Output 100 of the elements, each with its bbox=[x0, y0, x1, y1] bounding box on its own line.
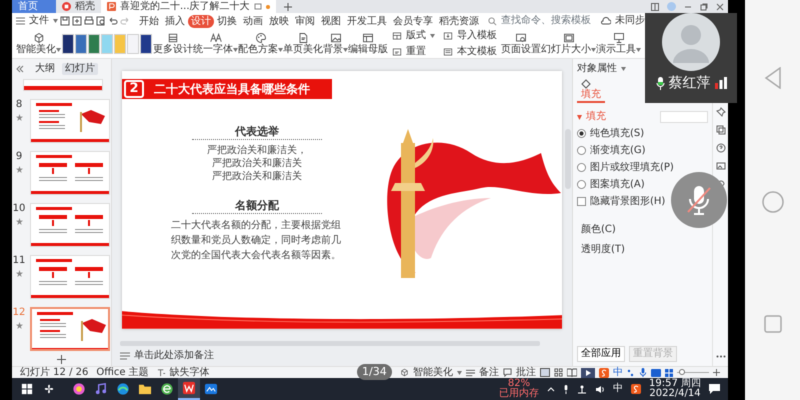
normal-view-icon[interactable] bbox=[540, 368, 550, 377]
layers-icon[interactable] bbox=[716, 125, 726, 135]
clock-time[interactable]: 19:57 周四 bbox=[649, 379, 701, 389]
caret-icon[interactable] bbox=[233, 48, 238, 52]
star-icon[interactable] bbox=[16, 322, 22, 329]
ribbon-tab[interactable]: 会员专享 bbox=[390, 14, 436, 28]
ribbon-button-label[interactable]: 更多设计 bbox=[153, 44, 193, 55]
print-icon[interactable] bbox=[84, 16, 94, 26]
template-thumbnail[interactable] bbox=[75, 34, 87, 54]
comment-icon[interactable] bbox=[503, 368, 512, 377]
presentation-icon[interactable] bbox=[612, 32, 624, 44]
expand-icon[interactable] bbox=[577, 114, 582, 120]
template-thumbnail[interactable] bbox=[62, 34, 74, 54]
ribbon-tab[interactable]: 动画 bbox=[240, 14, 266, 28]
template-thumbnail[interactable] bbox=[140, 34, 152, 54]
import-icon[interactable] bbox=[443, 30, 453, 40]
undo-icon[interactable] bbox=[108, 16, 118, 26]
ribbon-button-label[interactable]: 统一字体 bbox=[193, 44, 233, 55]
ribbon-tab[interactable]: 稻壳资源 bbox=[436, 14, 482, 28]
cube-icon[interactable] bbox=[32, 32, 44, 44]
export-icon[interactable] bbox=[72, 16, 82, 26]
ribbon-button-label[interactable]: 版式 bbox=[406, 30, 426, 42]
ribbon-button-label[interactable]: 重置 bbox=[406, 46, 426, 58]
toolbox-icon[interactable] bbox=[665, 368, 673, 376]
caret-icon[interactable] bbox=[56, 48, 61, 52]
input-language[interactable]: 中 bbox=[613, 383, 623, 395]
speaker-icon[interactable] bbox=[595, 384, 605, 394]
ribbon-tab[interactable]: 视图 bbox=[318, 14, 344, 28]
caret-icon[interactable] bbox=[430, 34, 435, 38]
menu-icon[interactable] bbox=[16, 17, 25, 25]
help-icon[interactable] bbox=[716, 143, 726, 153]
preview-icon[interactable] bbox=[96, 16, 106, 26]
ribbon-button-label[interactable]: 演示工具 bbox=[596, 44, 636, 55]
search-field[interactable]: 查找命令、搜索模板 bbox=[488, 15, 591, 27]
pane-tab[interactable]: 填充 bbox=[577, 79, 605, 103]
ribbon-tab[interactable]: 放映 bbox=[266, 14, 292, 28]
notification-icon[interactable] bbox=[709, 384, 720, 394]
notes-button[interactable]: 备注 bbox=[479, 366, 499, 378]
slide-thumbnail[interactable] bbox=[30, 307, 110, 351]
grid-icon[interactable] bbox=[167, 32, 179, 44]
frame-icon[interactable] bbox=[562, 32, 574, 44]
template-thumbnail[interactable] bbox=[114, 34, 126, 54]
caret-icon[interactable] bbox=[343, 48, 348, 52]
template-thumbnail[interactable] bbox=[127, 34, 139, 54]
radio-button[interactable] bbox=[577, 146, 586, 155]
ribbon-tab[interactable]: 开始 bbox=[136, 14, 162, 28]
option-label[interactable]: 隐藏背景图形(H) bbox=[590, 195, 666, 208]
document-icon[interactable] bbox=[297, 32, 309, 44]
zoom-slider-thumb[interactable] bbox=[678, 369, 685, 375]
star-icon[interactable] bbox=[16, 218, 22, 225]
reading-view-icon[interactable] bbox=[567, 368, 577, 377]
ribbon-button-label[interactable]: 单页美化 bbox=[283, 44, 323, 55]
browser-tab[interactable]: 稻壳 bbox=[56, 0, 101, 13]
palette-icon[interactable] bbox=[254, 32, 266, 44]
font-icon[interactable] bbox=[210, 32, 222, 44]
caret-icon[interactable] bbox=[278, 48, 283, 52]
star-icon[interactable] bbox=[16, 270, 22, 277]
image-icon[interactable] bbox=[716, 161, 726, 171]
image-icon[interactable] bbox=[330, 32, 342, 44]
missing-font-link[interactable]: 缺失字体 bbox=[170, 366, 210, 378]
ribbon-button-label[interactable]: 导入模板 bbox=[457, 30, 497, 42]
ribbon-button-label[interactable]: 背景 bbox=[323, 44, 343, 55]
ribbon-button-label[interactable]: 页面设置 bbox=[501, 44, 541, 55]
caret-icon[interactable] bbox=[591, 48, 596, 52]
ribbon-button-label[interactable]: 幻灯片大小 bbox=[541, 44, 591, 55]
collapse-icon[interactable] bbox=[16, 65, 24, 73]
template-thumbnail[interactable] bbox=[101, 34, 113, 54]
sync-status[interactable]: 未同步 bbox=[615, 15, 645, 27]
layout-icon[interactable] bbox=[651, 2, 659, 10]
radio-button[interactable] bbox=[577, 163, 586, 172]
clock-date[interactable]: 2022/4/14 bbox=[649, 389, 701, 399]
panel-tab[interactable]: 大纲 bbox=[32, 63, 58, 75]
ribbon-tab[interactable]: 插入 bbox=[162, 14, 188, 28]
caret-icon[interactable] bbox=[53, 19, 58, 23]
cloud-icon[interactable] bbox=[601, 17, 611, 25]
taskbar-button[interactable] bbox=[178, 378, 200, 400]
comments-button[interactable]: 批注 bbox=[516, 366, 536, 378]
star-icon[interactable] bbox=[16, 166, 22, 173]
option-label[interactable]: 纯色填充(S) bbox=[590, 127, 644, 140]
notes-field[interactable]: 单击此处添加备注 bbox=[134, 350, 214, 362]
browser-tab[interactable]: 喜迎党的二十...庆了解二十大 bbox=[101, 0, 276, 13]
play-icon[interactable] bbox=[581, 368, 595, 378]
ribbon-tab[interactable]: 审阅 bbox=[292, 14, 318, 28]
file-menu[interactable]: 文件 bbox=[29, 15, 49, 27]
option-label[interactable]: 图案填充(A) bbox=[590, 178, 645, 191]
ribbon-button-label[interactable]: 智能美化 bbox=[16, 44, 56, 55]
caret-icon[interactable] bbox=[636, 48, 641, 52]
radio-button[interactable] bbox=[577, 129, 586, 138]
grid-view-icon[interactable] bbox=[554, 368, 563, 377]
option-label[interactable]: 渐变填充(G) bbox=[590, 144, 646, 157]
microphone-icon[interactable] bbox=[563, 384, 569, 394]
input-method-logo-icon[interactable] bbox=[631, 384, 641, 394]
ribbon-tab[interactable]: 开发工具 bbox=[344, 14, 390, 28]
ribbon-tab[interactable]: 设计 bbox=[188, 14, 214, 28]
punctuation-icon[interactable] bbox=[627, 368, 635, 376]
add-slide-icon[interactable] bbox=[57, 355, 66, 364]
save-icon[interactable] bbox=[60, 16, 70, 26]
pane-button[interactable]: 全部应用 bbox=[577, 346, 625, 362]
caret-icon[interactable] bbox=[457, 370, 462, 374]
layout-icon[interactable] bbox=[362, 32, 374, 44]
